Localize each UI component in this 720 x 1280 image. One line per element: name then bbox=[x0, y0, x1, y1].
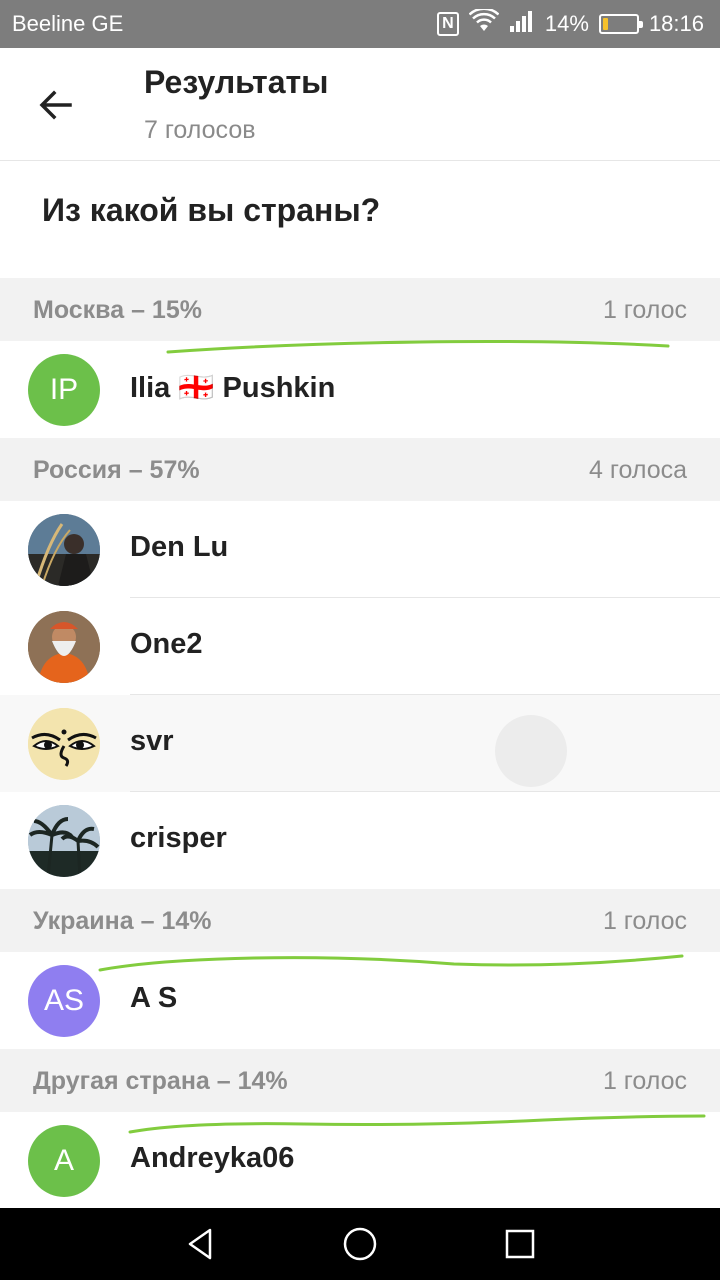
voter-row[interactable]: IP Ilia 🇬🇪 Pushkin bbox=[0, 341, 720, 438]
avatar-photo bbox=[28, 708, 100, 780]
option-header: Другая страна – 14% 1 голос bbox=[0, 1049, 720, 1112]
battery-percent: 14% bbox=[544, 11, 589, 36]
voter-name: Ilia 🇬🇪 Pushkin bbox=[130, 372, 336, 404]
nav-home-button[interactable] bbox=[336, 1220, 384, 1268]
voter-name: svr bbox=[130, 725, 174, 757]
status-icons: N 14% 18:16 bbox=[436, 7, 704, 39]
voter-name: Den Lu bbox=[130, 531, 229, 563]
avatar: A bbox=[28, 1125, 100, 1197]
triangle-back-icon bbox=[188, 1228, 212, 1260]
page-title: Результаты bbox=[144, 64, 329, 100]
option-header: Россия – 57% 4 голоса bbox=[0, 438, 720, 501]
circle-home-icon bbox=[343, 1227, 377, 1261]
clock: 18:16 bbox=[648, 11, 704, 36]
status-bar: Beeline GE N 14% 18:16 bbox=[0, 0, 720, 48]
voter-row[interactable]: One2 bbox=[0, 598, 720, 695]
wifi-icon bbox=[468, 7, 500, 39]
avatar-initials: AS bbox=[43, 984, 85, 1017]
option-header: Украина – 14% 1 голос bbox=[0, 889, 720, 952]
option-votes: 1 голос bbox=[602, 1067, 687, 1095]
option-label: Украина – 14% bbox=[33, 907, 212, 935]
voter-row[interactable]: A Andreyka06 bbox=[0, 1112, 720, 1209]
touch-ripple bbox=[495, 715, 567, 787]
option-label: Россия – 57% bbox=[33, 456, 200, 484]
arrow-left-icon bbox=[39, 90, 72, 120]
option-label: Другая страна – 14% bbox=[33, 1067, 288, 1095]
nav-recents-button[interactable] bbox=[496, 1220, 544, 1268]
avatar-initials: IP bbox=[49, 373, 79, 406]
voter-row[interactable]: Den Lu bbox=[0, 501, 720, 598]
avatar-photo bbox=[28, 805, 100, 877]
avatar: AS bbox=[28, 965, 100, 1037]
poll-question: Из какой вы страны? bbox=[42, 192, 381, 228]
voter-row[interactable]: crisper bbox=[0, 792, 720, 889]
results-list: Москва – 15% 1 голос IP Ilia 🇬🇪 Pushkin … bbox=[0, 278, 720, 1209]
carrier-name: Beeline GE bbox=[12, 11, 124, 36]
voter-name: One2 bbox=[130, 628, 203, 660]
app-header: Результаты 7 голосов bbox=[0, 48, 720, 161]
option-votes: 1 голос bbox=[602, 907, 687, 935]
voter-name: Andreyka06 bbox=[130, 1142, 295, 1174]
nav-back-button[interactable] bbox=[176, 1220, 224, 1268]
avatar: IP bbox=[28, 354, 100, 426]
voter-row[interactable]: AS A S bbox=[0, 952, 720, 1049]
option-header: Москва – 15% 1 голос bbox=[0, 278, 720, 341]
navigation-bar bbox=[0, 1208, 720, 1280]
back-button[interactable] bbox=[20, 70, 90, 140]
battery-icon bbox=[598, 14, 643, 34]
avatar-photo bbox=[28, 611, 100, 683]
avatar-photo bbox=[28, 514, 100, 586]
square-recents-icon bbox=[505, 1229, 535, 1259]
signal-icon bbox=[509, 9, 535, 39]
nfc-icon: N bbox=[436, 12, 459, 36]
voter-name: crisper bbox=[130, 822, 227, 854]
option-votes: 4 голоса bbox=[589, 456, 687, 484]
voter-row[interactable]: svr bbox=[0, 695, 720, 792]
vote-count: 7 голосов bbox=[144, 116, 256, 144]
option-label: Москва – 15% bbox=[33, 296, 202, 324]
option-votes: 1 голос bbox=[602, 296, 687, 324]
avatar-initials: A bbox=[53, 1144, 74, 1177]
voter-name: A S bbox=[130, 982, 178, 1014]
